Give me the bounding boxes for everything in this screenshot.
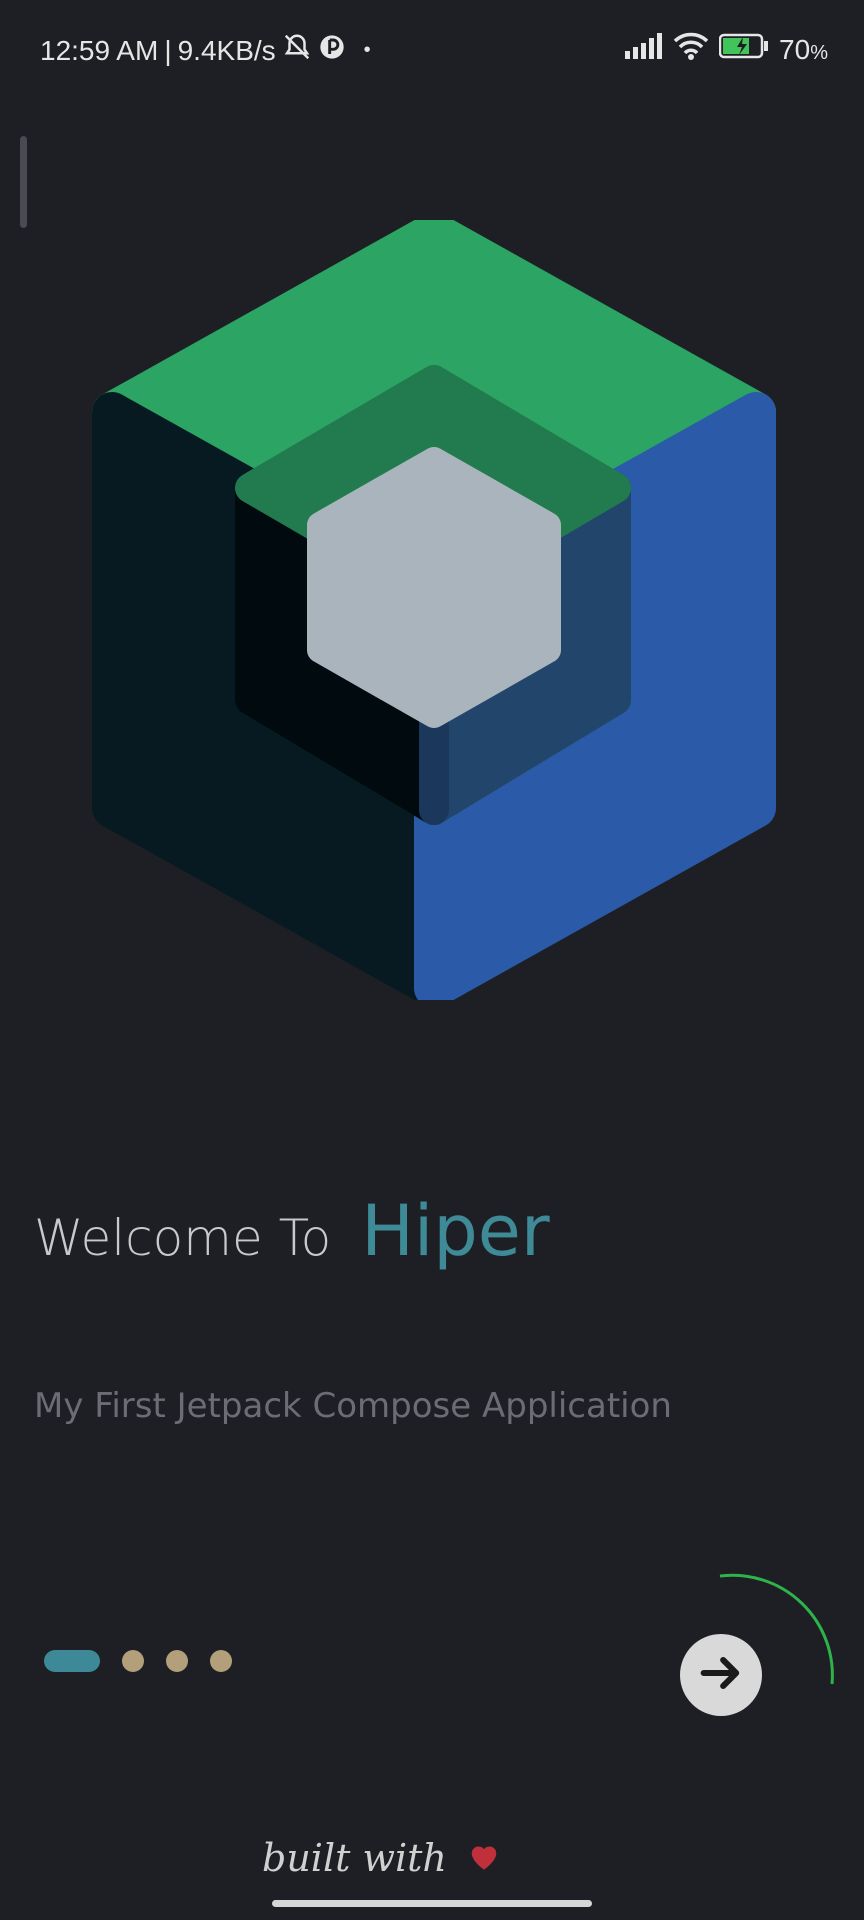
status-dot: • xyxy=(363,39,371,61)
app-logo xyxy=(88,212,778,1008)
pager-dot-active xyxy=(44,1650,100,1672)
status-left: 12:59 AM | 9.4KB/s • xyxy=(40,32,371,69)
pager-dot xyxy=(210,1650,232,1672)
battery-charging-icon xyxy=(718,33,769,66)
pager-dot xyxy=(166,1650,188,1672)
status-right: 70% xyxy=(625,32,828,67)
arrow-right-icon xyxy=(695,1647,747,1703)
pager-indicator xyxy=(44,1650,232,1672)
next-button-container xyxy=(670,1572,840,1742)
wifi-icon xyxy=(673,32,709,67)
heart-icon xyxy=(467,1841,501,1875)
subtitle: My First Jetpack Compose Application xyxy=(34,1386,672,1426)
battery-level: 70% xyxy=(779,33,828,65)
status-time: 12:59 AM xyxy=(40,34,159,66)
next-button[interactable] xyxy=(680,1634,762,1716)
footer: built with xyxy=(262,1836,501,1880)
app-notification-icon xyxy=(318,33,346,68)
home-indicator[interactable] xyxy=(272,1900,592,1907)
welcome-prefix: Welcome To xyxy=(34,1209,332,1267)
signal-icon xyxy=(625,33,663,66)
app-name: Hiper xyxy=(361,1190,550,1272)
status-net-speed: 9.4KB/s xyxy=(177,34,276,66)
scroll-indicator xyxy=(20,136,27,228)
welcome-heading: Welcome To Hiper xyxy=(34,1190,550,1272)
mute-bell-icon xyxy=(282,32,312,69)
status-separator: | xyxy=(164,34,172,66)
status-bar: 12:59 AM | 9.4KB/s • 70% xyxy=(0,0,864,100)
footer-text: built with xyxy=(262,1836,447,1880)
pager-dot xyxy=(122,1650,144,1672)
